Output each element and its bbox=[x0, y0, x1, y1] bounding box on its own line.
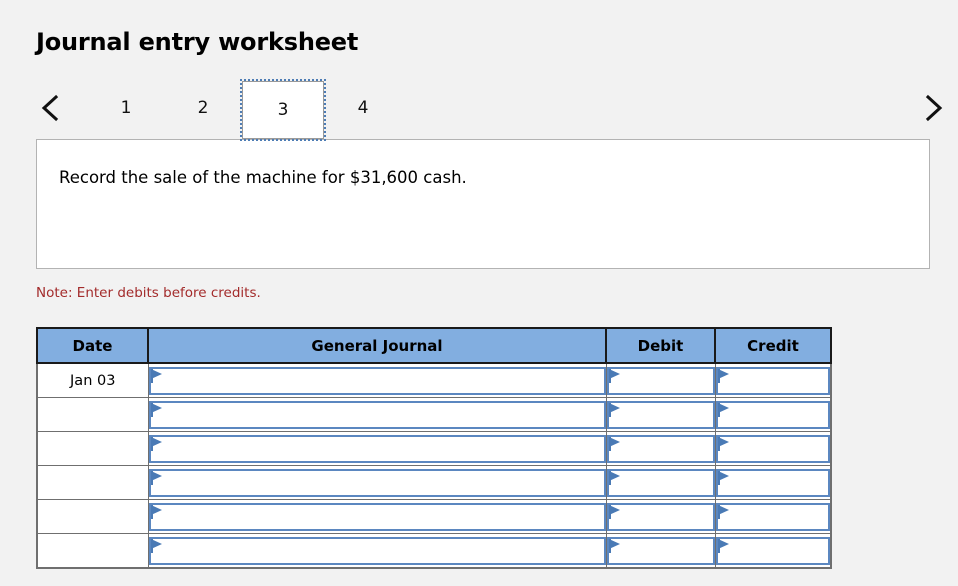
debit-input-cell bbox=[605, 465, 716, 500]
table-row bbox=[36, 465, 832, 500]
credit-input[interactable] bbox=[715, 502, 830, 531]
table-row bbox=[36, 397, 832, 432]
debit-input-cell bbox=[605, 431, 716, 466]
debit-input-cell bbox=[605, 397, 716, 432]
previous-page-button[interactable] bbox=[28, 81, 72, 135]
cell-marker-icon bbox=[717, 368, 730, 383]
general-journal-input-cell bbox=[147, 397, 607, 432]
credit-input-cell bbox=[714, 533, 832, 569]
cell-marker-icon bbox=[150, 470, 163, 485]
tab-label: 4 bbox=[357, 98, 369, 118]
column-header-date: Date bbox=[36, 327, 149, 364]
column-header-general-journal: General Journal bbox=[147, 327, 607, 364]
cell-marker-icon bbox=[150, 504, 163, 519]
credit-input-cell bbox=[714, 499, 832, 534]
cell-marker-icon bbox=[150, 402, 163, 417]
debit-input[interactable] bbox=[606, 502, 715, 531]
date-cell[interactable] bbox=[36, 397, 149, 432]
credit-input-cell bbox=[714, 362, 832, 398]
tab-3[interactable]: 3 bbox=[240, 79, 326, 141]
debit-input-cell bbox=[605, 362, 716, 398]
general-journal-input-cell bbox=[147, 465, 607, 500]
page-title: Journal entry worksheet bbox=[36, 28, 359, 56]
debit-input[interactable] bbox=[606, 366, 715, 395]
general-journal-input-cell bbox=[147, 533, 607, 569]
debit-input[interactable] bbox=[606, 468, 715, 497]
transaction-description-text: Record the sale of the machine for $31,6… bbox=[59, 168, 467, 187]
cell-marker-icon bbox=[717, 402, 730, 417]
journal-entry-table: Date General Journal Debit Credit Jan 03 bbox=[36, 327, 832, 569]
table-row: Jan 03 bbox=[36, 362, 832, 398]
cell-marker-icon bbox=[150, 538, 163, 553]
cell-marker-icon bbox=[608, 504, 621, 519]
date-cell[interactable] bbox=[36, 499, 149, 534]
cell-marker-icon bbox=[150, 436, 163, 451]
tab-2[interactable]: 2 bbox=[165, 81, 241, 135]
cell-marker-icon bbox=[717, 504, 730, 519]
tab-label: 1 bbox=[120, 98, 132, 118]
column-header-credit: Credit bbox=[714, 327, 832, 364]
credit-input[interactable] bbox=[715, 468, 830, 497]
cell-marker-icon bbox=[608, 538, 621, 553]
credit-input[interactable] bbox=[715, 434, 830, 463]
credit-input-cell bbox=[714, 397, 832, 432]
general-journal-input-cell bbox=[147, 431, 607, 466]
general-journal-input-cell bbox=[147, 499, 607, 534]
tab-list: 1 2 3 4 bbox=[88, 79, 402, 143]
tab-label: 3 bbox=[277, 100, 289, 120]
general-journal-input[interactable] bbox=[148, 366, 606, 395]
chevron-left-icon bbox=[39, 93, 61, 123]
credit-input-cell bbox=[714, 465, 832, 500]
worksheet-tabstrip: 1 2 3 4 bbox=[0, 79, 958, 143]
tab-label: 2 bbox=[197, 98, 209, 118]
tab-4[interactable]: 4 bbox=[325, 81, 401, 135]
credit-input[interactable] bbox=[715, 536, 830, 565]
table-row bbox=[36, 431, 832, 466]
date-cell[interactable] bbox=[36, 533, 149, 569]
table-row bbox=[36, 533, 832, 569]
debits-before-credits-note: Note: Enter debits before credits. bbox=[36, 285, 261, 301]
table-header-row: Date General Journal Debit Credit bbox=[36, 327, 832, 364]
column-header-debit: Debit bbox=[605, 327, 716, 364]
credit-input-cell bbox=[714, 431, 832, 466]
cell-marker-icon bbox=[608, 436, 621, 451]
debit-input[interactable] bbox=[606, 536, 715, 565]
cell-marker-icon bbox=[150, 368, 163, 383]
cell-marker-icon bbox=[608, 368, 621, 383]
cell-marker-icon bbox=[717, 470, 730, 485]
chevron-right-icon bbox=[923, 93, 945, 123]
general-journal-input-cell bbox=[147, 362, 607, 398]
journal-entry-table-wrapper: Date General Journal Debit Credit Jan 03 bbox=[36, 327, 832, 569]
transaction-description-panel: Record the sale of the machine for $31,6… bbox=[36, 139, 930, 269]
tab-1[interactable]: 1 bbox=[88, 81, 164, 135]
cell-marker-icon bbox=[717, 538, 730, 553]
date-cell[interactable]: Jan 03 bbox=[36, 362, 149, 398]
general-journal-input[interactable] bbox=[148, 434, 606, 463]
credit-input[interactable] bbox=[715, 366, 830, 395]
credit-input[interactable] bbox=[715, 400, 830, 429]
general-journal-input[interactable] bbox=[148, 536, 606, 565]
date-cell[interactable] bbox=[36, 465, 149, 500]
debit-input[interactable] bbox=[606, 400, 715, 429]
general-journal-input[interactable] bbox=[148, 502, 606, 531]
cell-marker-icon bbox=[608, 402, 621, 417]
general-journal-input[interactable] bbox=[148, 400, 606, 429]
cell-marker-icon bbox=[717, 436, 730, 451]
cell-marker-icon bbox=[608, 470, 621, 485]
next-page-button[interactable] bbox=[912, 81, 956, 135]
general-journal-input[interactable] bbox=[148, 468, 606, 497]
debit-input-cell bbox=[605, 533, 716, 569]
date-cell[interactable] bbox=[36, 431, 149, 466]
table-row bbox=[36, 499, 832, 534]
debit-input-cell bbox=[605, 499, 716, 534]
debit-input[interactable] bbox=[606, 434, 715, 463]
